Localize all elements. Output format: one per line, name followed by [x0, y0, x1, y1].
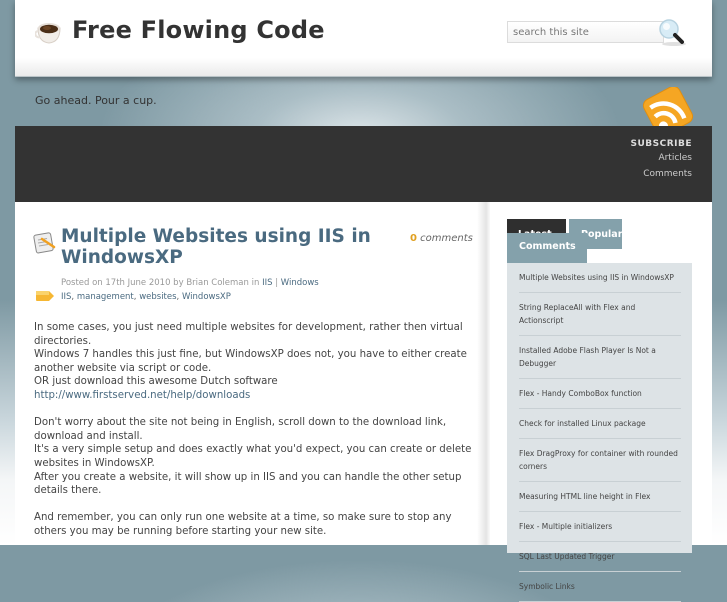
popular-post-link[interactable]: String ReplaceAll with Flex and Actionsc… — [519, 293, 681, 335]
popular-post-link[interactable]: Flex - Multiple initializers — [519, 512, 681, 541]
post-line: In some cases, you just need multiple we… — [34, 322, 463, 347]
content-area: Multiple Websites using IIS in WindowsXP… — [15, 202, 712, 602]
post-line: It's a very simple setup and does exactl… — [34, 444, 472, 469]
post-line: Windows 7 handles this just fine, but Wi… — [34, 349, 467, 374]
site-title[interactable]: Free Flowing Code — [72, 16, 325, 44]
list-item: Symbolic Links — [519, 572, 681, 602]
post-line: OR just download this awesome Dutch soft… — [34, 376, 278, 388]
rss-icon[interactable] — [642, 87, 694, 129]
list-item: Flex - Multiple initializers — [519, 512, 681, 542]
popular-posts-list: Multiple Websites using IIS in WindowsXP… — [507, 263, 692, 602]
post-line: Don't worry about the site not being in … — [34, 417, 447, 442]
comment-count-number[interactable]: 0 — [410, 233, 417, 244]
post-line: And remember, you can only run one websi… — [34, 512, 452, 537]
subscribe-title: SUBSCRIBE — [630, 139, 692, 149]
popular-post-link[interactable]: Multiple Websites using IIS in WindowsXP — [519, 263, 681, 292]
popular-post-link[interactable]: Check for installed Linux package — [519, 409, 681, 438]
comment-count-label[interactable]: comments — [420, 233, 473, 244]
list-item: Measuring HTML line height in Flex — [519, 482, 681, 512]
tag-link[interactable]: IIS — [61, 292, 71, 302]
comment-count[interactable]: 0 comments — [410, 233, 473, 244]
list-item: String ReplaceAll with Flex and Actionsc… — [519, 293, 681, 336]
coffee-cup-icon — [35, 23, 61, 44]
post-notepad-icon — [33, 232, 56, 254]
tag-link[interactable]: websites — [139, 292, 176, 302]
list-item: Installed Adobe Flash Player Is Not a De… — [519, 336, 681, 379]
tag-link[interactable]: WindowsXP — [182, 292, 231, 302]
tab-comments[interactable]: Comments — [507, 233, 587, 263]
popular-post-link[interactable]: Flex - Handy ComboBox function — [519, 379, 681, 408]
tag-link[interactable]: management — [77, 292, 134, 302]
post-title-link[interactable]: Multiple Websites using IIS in WindowsXP — [61, 226, 381, 268]
subscribe-articles-link[interactable]: Articles — [630, 150, 692, 166]
popular-post-link[interactable]: Flex DragProxy for container with rounde… — [519, 439, 681, 481]
post-tags: IIS, management, websites, WindowsXP — [61, 292, 231, 302]
subscribe-section: SUBSCRIBE Articles Comments — [630, 138, 692, 182]
search-form — [507, 19, 697, 46]
subscribe-comments-link[interactable]: Comments — [630, 166, 692, 182]
post-meta: Posted on 17th June 2010 by Brian Colema… — [61, 278, 319, 288]
popular-post-link[interactable]: Symbolic Links — [519, 572, 681, 601]
post-body: In some cases, you just need multiple we… — [34, 321, 474, 552]
list-item: Multiple Websites using IIS in WindowsXP — [519, 263, 681, 293]
site-tagline: Go ahead. Pour a cup. — [35, 94, 157, 107]
sidebar-tabs: Latest Popular Comments — [507, 219, 707, 265]
subscribe-bar: SUBSCRIBE Articles Comments — [15, 126, 712, 202]
post-meta-text: Posted on 17th June 2010 by Brian Colema… — [61, 278, 260, 288]
category-link[interactable]: IIS — [262, 278, 272, 288]
list-item: Flex - Handy ComboBox function — [519, 379, 681, 409]
popular-post-link[interactable]: Installed Adobe Flash Player Is Not a De… — [519, 336, 681, 378]
list-item: Check for installed Linux package — [519, 409, 681, 439]
post-line: After you create a website, it will show… — [34, 471, 462, 497]
magnifier-icon[interactable] — [657, 17, 691, 47]
list-item: SQL Last Updated Trigger — [519, 542, 681, 572]
download-link[interactable]: http://www.firstserved.net/help/download… — [34, 390, 250, 401]
post-paragraph: And remember, you can only run one websi… — [34, 511, 474, 538]
list-item: Flex DragProxy for container with rounde… — [519, 439, 681, 482]
tag-icon — [36, 291, 54, 301]
popular-post-link[interactable]: Measuring HTML line height in Flex — [519, 482, 681, 511]
popular-post-link[interactable]: SQL Last Updated Trigger — [519, 542, 681, 571]
post-paragraph: In some cases, you just need multiple we… — [34, 321, 474, 403]
site-header: Free Flowing Code — [15, 0, 712, 77]
column-divider — [477, 202, 490, 545]
category-separator: | — [275, 278, 279, 288]
post-paragraph: Don't worry about the site not being in … — [34, 416, 474, 498]
search-input[interactable] — [507, 21, 664, 43]
category-link[interactable]: Windows — [281, 278, 319, 288]
